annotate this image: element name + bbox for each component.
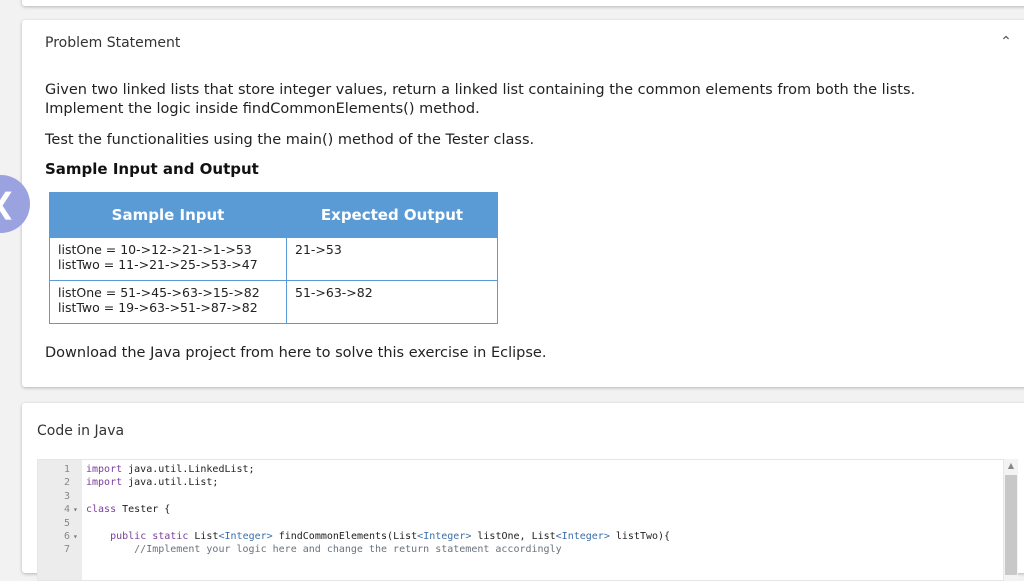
sample-input-line: listTwo = 11->21->25->53->47	[58, 257, 258, 272]
line-number: 6	[63, 531, 70, 542]
chevron-left-icon: ❮	[0, 187, 16, 220]
line-number: 5	[63, 517, 70, 529]
sample-input-cell: listOne = 10->12->21->1->53 listTwo = 11…	[49, 237, 287, 281]
previous-card	[22, 0, 1024, 6]
code-title: Code in Java	[37, 423, 125, 439]
code-text: public static List<Integer> findCommonEl…	[110, 531, 671, 542]
problem-test-instruction: Test the functionalities using the main(…	[45, 132, 535, 148]
scroll-up-icon[interactable]: ▲	[1004, 461, 1018, 471]
code-text: class Tester {	[86, 504, 171, 516]
sample-heading: Sample Input and Output	[45, 160, 259, 178]
expected-output-cell: 21->53	[286, 237, 498, 281]
table-header-output: Expected Output	[286, 192, 498, 238]
code-line[interactable]: 2 import java.util.List;	[38, 476, 998, 489]
table-header-input: Sample Input	[49, 192, 287, 238]
sample-input-line: listOne = 10->12->21->1->53	[58, 242, 252, 257]
chevron-up-icon[interactable]: ⌃	[998, 34, 1014, 50]
code-card: Code in Java 1 import java.util.LinkedLis…	[22, 403, 1024, 581]
sample-input-line: listTwo = 19->63->51->87->82	[58, 300, 258, 315]
table-row: listOne = 10->12->21->1->53 listTwo = 11…	[49, 237, 498, 281]
problem-statement-card: Problem Statement ⌃ Given two linked lis…	[22, 20, 1024, 387]
code-line[interactable]: 4 ▾ class Tester {	[38, 503, 998, 516]
sample-input-line: listOne = 51->45->63->15->82	[58, 285, 260, 300]
scrollbar-thumb[interactable]	[1005, 475, 1017, 575]
code-text: import java.util.List;	[86, 477, 219, 489]
code-line[interactable]: 5	[38, 517, 998, 530]
sample-io-table: Sample Input Expected Output listOne = 1…	[49, 192, 498, 324]
download-instruction: Download the Java project from here to s…	[45, 345, 547, 361]
problem-statement-title[interactable]: Problem Statement	[45, 35, 180, 51]
line-number: 3	[63, 490, 70, 502]
line-number: 1	[63, 464, 70, 475]
fold-toggle-icon[interactable]: ▾	[73, 503, 78, 516]
line-number: 2	[63, 477, 70, 489]
sample-input-cell: listOne = 51->45->63->15->82 listTwo = 1…	[49, 280, 287, 324]
line-number: 4	[63, 504, 70, 516]
fold-toggle-icon[interactable]: ▾	[73, 530, 78, 543]
table-row: listOne = 51->45->63->15->82 listTwo = 1…	[49, 280, 498, 324]
code-text: import java.util.LinkedList;	[86, 464, 255, 475]
expected-output-cell: 51->63->82	[286, 280, 498, 324]
code-line[interactable]: 3	[38, 490, 998, 503]
problem-description: Given two linked lists that store intege…	[45, 82, 916, 117]
code-line[interactable]: 1 import java.util.LinkedList;	[38, 463, 998, 476]
code-line[interactable]: 6 ▾ public static List<Integer> findCommo…	[38, 530, 998, 543]
code-editor[interactable]: 1 import java.util.LinkedList; 2 import jav…	[37, 459, 1004, 581]
